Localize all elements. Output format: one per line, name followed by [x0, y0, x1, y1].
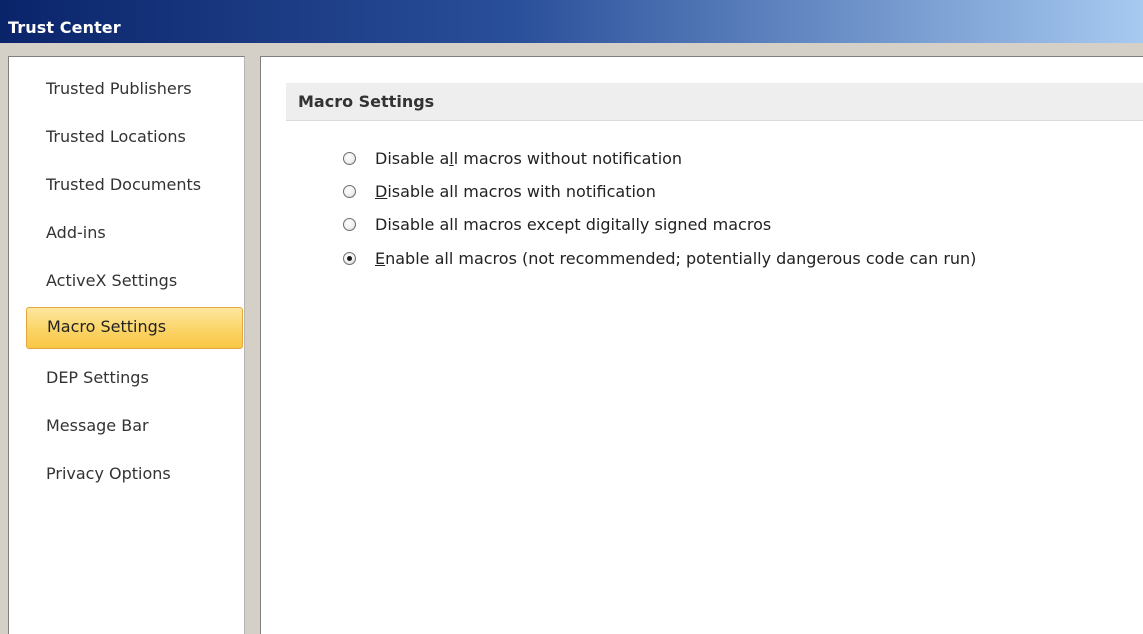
option-disable-with-notification[interactable]: Disable all macros with notification	[343, 177, 1143, 205]
section-header: Macro Settings	[286, 83, 1143, 121]
sidebar-item-add-ins[interactable]: Add-ins	[26, 213, 243, 253]
sidebar-item-activex-settings[interactable]: ActiveX Settings	[26, 261, 243, 301]
sidebar-item-trusted-publishers[interactable]: Trusted Publishers	[26, 69, 243, 109]
option-label: Disable all macros without notification	[375, 148, 683, 168]
radio-button[interactable]	[343, 151, 356, 165]
sidebar: Trusted Publishers Trusted Locations Tru…	[8, 56, 245, 634]
sidebar-item-label: DEP Settings	[46, 368, 149, 387]
section-title: Macro Settings	[298, 92, 435, 111]
sidebar-item-label: ActiveX Settings	[46, 271, 178, 290]
sidebar-item-label: Add-ins	[46, 223, 106, 242]
sidebar-item-macro-settings[interactable]: Macro Settings	[26, 307, 243, 349]
sidebar-item-label: Message Bar	[46, 416, 149, 435]
sidebar-item-label: Privacy Options	[46, 464, 171, 483]
radio-button[interactable]	[343, 217, 356, 231]
sidebar-item-dep-settings[interactable]: DEP Settings	[26, 358, 243, 398]
radio-button-selected[interactable]	[343, 251, 356, 265]
option-disable-except-signed[interactable]: Disable all macros except digitally sign…	[343, 210, 1143, 238]
sidebar-item-label: Macro Settings	[47, 317, 167, 336]
main-content: Macro Settings Disable all macros withou…	[260, 56, 1143, 634]
sidebar-item-message-bar[interactable]: Message Bar	[26, 406, 243, 446]
option-label: Disable all macros except digitally sign…	[375, 214, 772, 234]
trust-center-window: Trust Center Trusted Publishers Trusted …	[0, 0, 1143, 634]
sidebar-item-label: Trusted Publishers	[46, 79, 192, 98]
option-label: Enable all macros (not recommended; pote…	[375, 248, 977, 268]
radio-button[interactable]	[343, 184, 356, 198]
sidebar-item-label: Trusted Documents	[46, 175, 202, 194]
option-disable-without-notification[interactable]: Disable all macros without notification	[343, 144, 1143, 172]
window-title: Trust Center	[8, 18, 121, 37]
sidebar-item-label: Trusted Locations	[46, 127, 186, 146]
sidebar-item-trusted-locations[interactable]: Trusted Locations	[26, 117, 243, 157]
sidebar-item-trusted-documents[interactable]: Trusted Documents	[26, 165, 243, 205]
option-enable-all-macros[interactable]: Enable all macros (not recommended; pote…	[343, 244, 1143, 272]
title-bar[interactable]: Trust Center	[0, 0, 1143, 43]
sidebar-item-privacy-options[interactable]: Privacy Options	[26, 454, 243, 494]
option-label: Disable all macros with notification	[375, 181, 656, 201]
